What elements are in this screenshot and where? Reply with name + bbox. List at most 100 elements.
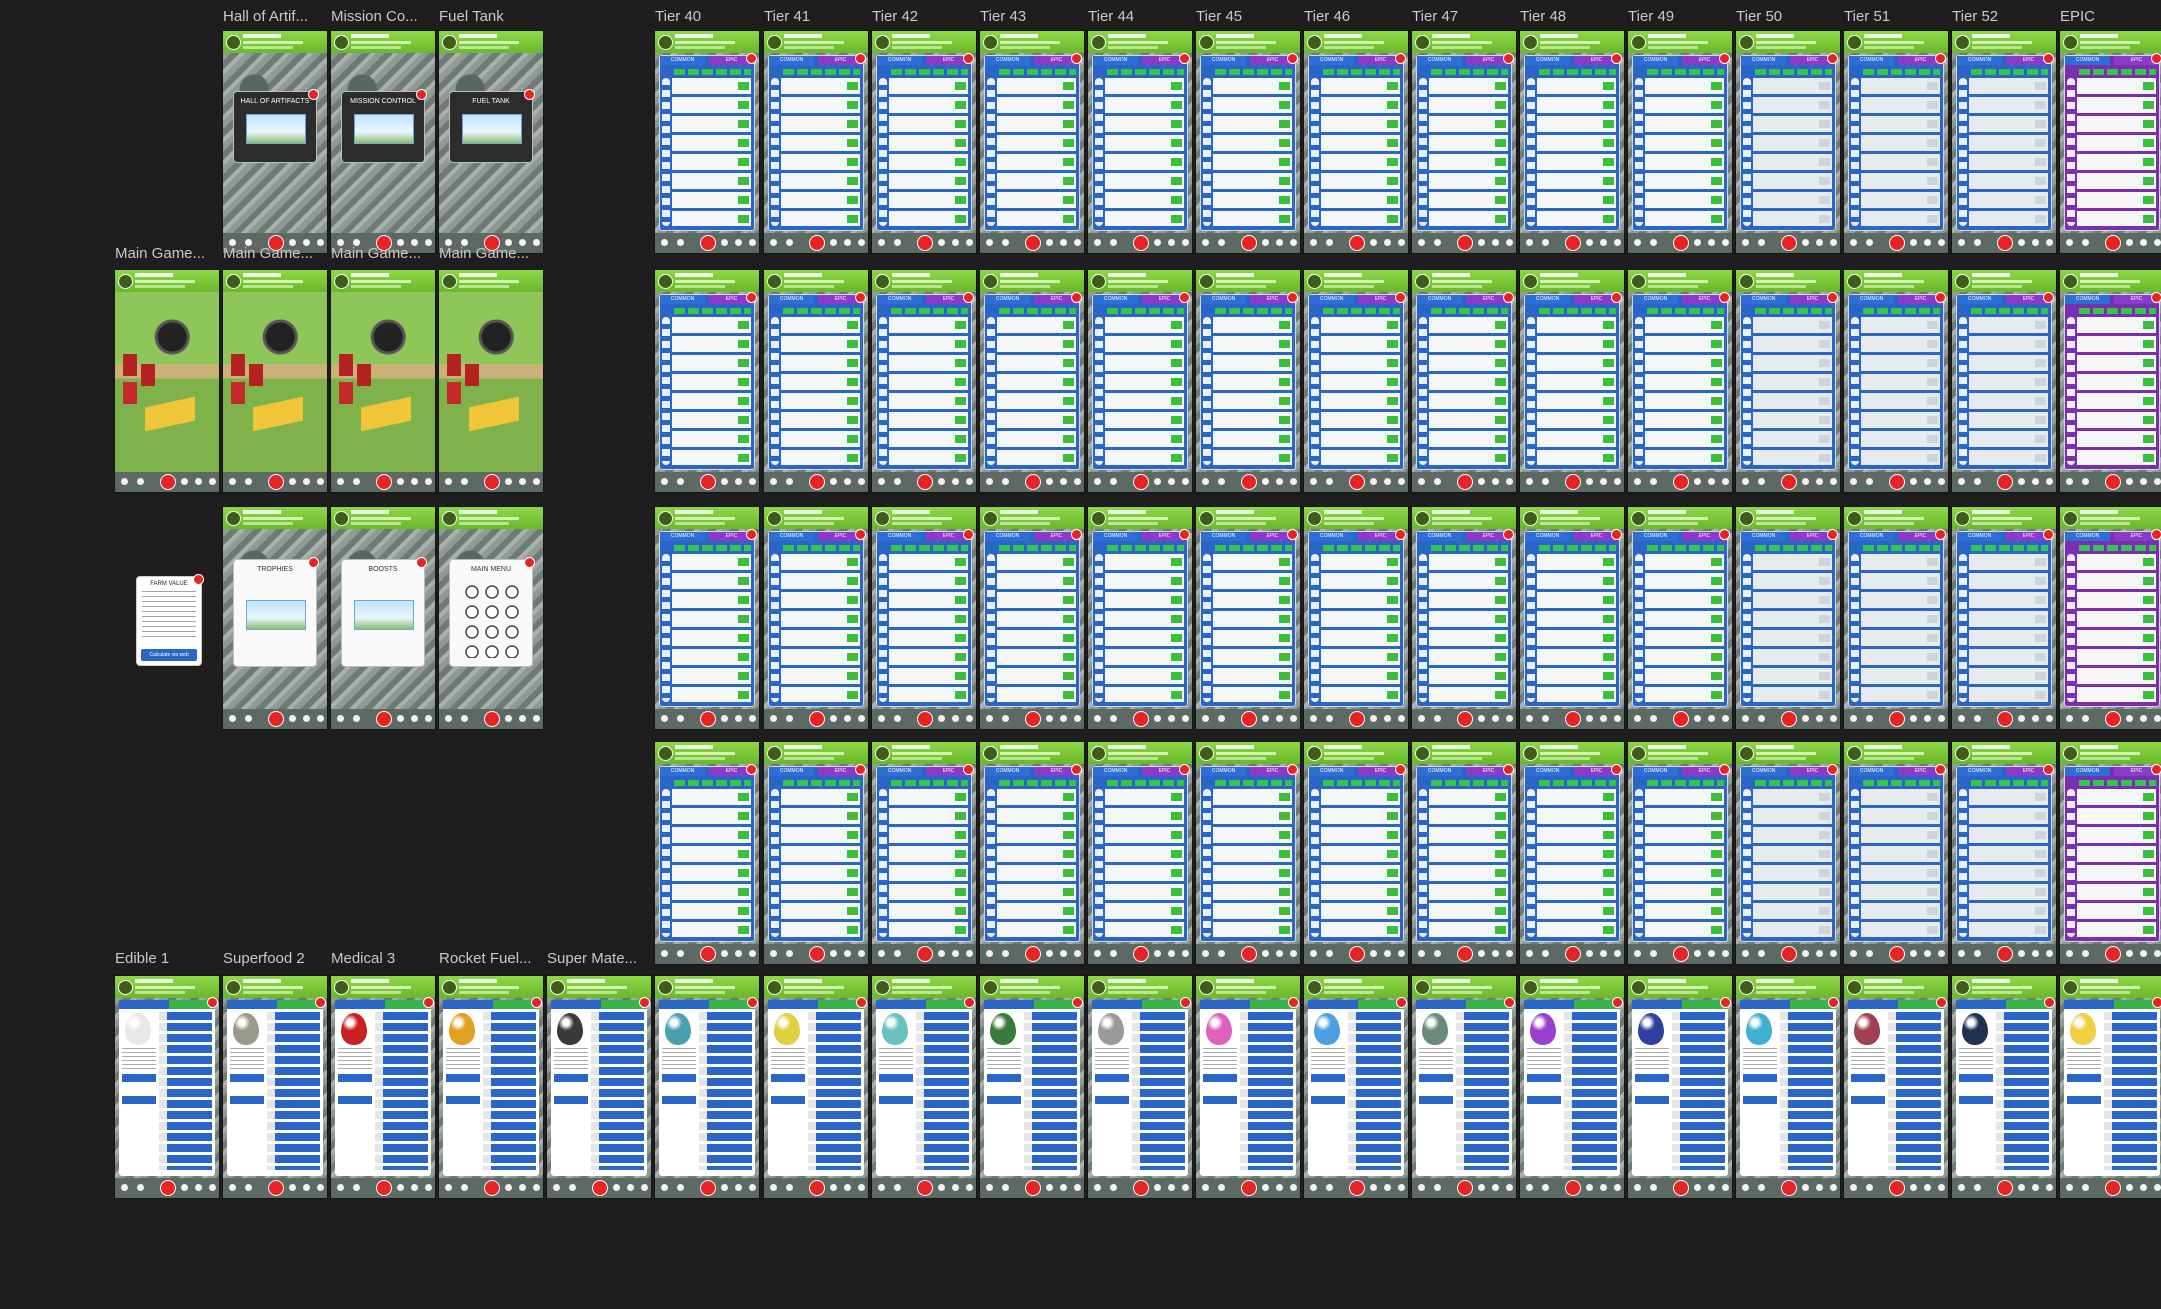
tier-frame[interactable]: COMMON EPIC — [1412, 742, 1516, 964]
tab-common[interactable]: COMMON — [2065, 295, 2111, 304]
tier-frame[interactable]: COMMON EPIC — [764, 742, 868, 964]
nav-icon[interactable] — [627, 1184, 634, 1191]
nav-icon[interactable] — [1758, 239, 1765, 246]
home-button[interactable] — [809, 1180, 825, 1196]
close-icon[interactable] — [1179, 292, 1190, 303]
main-game-frame[interactable] — [223, 270, 327, 492]
tier-frame[interactable]: COMMON EPIC — [1088, 742, 1192, 964]
nav-icon[interactable] — [1046, 478, 1053, 485]
close-icon[interactable] — [1071, 292, 1082, 303]
tab-common[interactable]: COMMON — [660, 295, 706, 304]
nav-icon[interactable] — [1384, 950, 1391, 957]
home-button[interactable] — [1889, 1180, 1905, 1196]
nav-icon[interactable] — [677, 715, 684, 722]
nav-icon[interactable] — [1816, 239, 1823, 246]
research-list[interactable] — [997, 78, 1076, 226]
nav-icon[interactable] — [245, 1184, 252, 1191]
nav-icon[interactable] — [2082, 1184, 2089, 1191]
tier-scroller[interactable] — [1095, 789, 1103, 937]
tier-scroller[interactable] — [662, 317, 670, 465]
close-icon[interactable] — [423, 997, 434, 1008]
nav-icon[interactable] — [735, 478, 742, 485]
nav-icon[interactable] — [1290, 478, 1297, 485]
tab-common[interactable]: COMMON — [877, 295, 923, 304]
tier-frame[interactable]: COMMON EPIC — [1412, 507, 1516, 729]
tier-scroller[interactable] — [771, 554, 779, 702]
prestige-button[interactable] — [338, 1096, 372, 1104]
nav-icon[interactable] — [1002, 715, 1009, 722]
nav-icon[interactable] — [721, 715, 728, 722]
home-button[interactable] — [1997, 235, 2013, 251]
nav-icon[interactable] — [986, 239, 993, 246]
nav-icon[interactable] — [1802, 1184, 1809, 1191]
nav-icon[interactable] — [229, 478, 236, 485]
home-button[interactable] — [484, 1180, 500, 1196]
nav-icon[interactable] — [1290, 715, 1297, 722]
research-list[interactable] — [672, 317, 751, 465]
home-button[interactable] — [809, 235, 825, 251]
tab-common[interactable]: COMMON — [877, 532, 923, 541]
nav-icon[interactable] — [770, 715, 777, 722]
nav-icon[interactable] — [1276, 715, 1283, 722]
filter-chips[interactable] — [1431, 308, 1508, 314]
nav-icon[interactable] — [397, 478, 404, 485]
research-list[interactable] — [1645, 78, 1724, 226]
home-button[interactable] — [1673, 946, 1689, 962]
tab-common[interactable]: COMMON — [877, 56, 923, 65]
nav-icon[interactable] — [2032, 478, 2039, 485]
egg-list[interactable] — [1024, 1012, 1077, 1170]
action-button[interactable] — [879, 1074, 913, 1082]
nav-icon[interactable] — [1046, 239, 1053, 246]
tab-common[interactable]: COMMON — [1633, 56, 1679, 65]
home-button[interactable] — [700, 235, 716, 251]
nav-icon[interactable] — [1276, 478, 1283, 485]
nav-icon[interactable] — [1708, 239, 1715, 246]
tier-scroller[interactable] — [1203, 317, 1211, 465]
nav-icon[interactable] — [878, 1184, 885, 1191]
home-button[interactable] — [1241, 1180, 1257, 1196]
nav-icon[interactable] — [1182, 950, 1189, 957]
tab-common[interactable]: COMMON — [1849, 56, 1895, 65]
nav-icon[interactable] — [1492, 1184, 1499, 1191]
research-list[interactable] — [1105, 317, 1184, 465]
nav-icon[interactable] — [1600, 478, 1607, 485]
nav-icon[interactable] — [952, 1184, 959, 1191]
nav-icon[interactable] — [894, 239, 901, 246]
nav-icon[interactable] — [1478, 239, 1485, 246]
close-icon[interactable] — [308, 89, 319, 100]
tab-common[interactable]: COMMON — [1741, 56, 1787, 65]
action-button[interactable] — [662, 1074, 696, 1082]
nav-icon[interactable] — [2018, 1184, 2025, 1191]
nav-icon[interactable] — [1434, 478, 1441, 485]
nav-icon[interactable] — [677, 239, 684, 246]
nav-icon[interactable] — [1276, 239, 1283, 246]
home-button[interactable] — [1673, 1180, 1689, 1196]
research-list[interactable] — [1861, 78, 1940, 226]
nav-icon[interactable] — [1110, 1184, 1117, 1191]
nav-icon[interactable] — [425, 715, 432, 722]
nav-icon[interactable] — [1722, 715, 1729, 722]
nav-icon[interactable] — [1974, 715, 1981, 722]
tier-scroller[interactable] — [1851, 317, 1859, 465]
nav-icon[interactable] — [1310, 715, 1317, 722]
research-list[interactable] — [1105, 78, 1184, 226]
nav-icon[interactable] — [966, 950, 973, 957]
tier-frame[interactable]: COMMON EPIC — [872, 507, 976, 729]
filter-chips[interactable] — [1215, 545, 1292, 551]
tab-common[interactable]: COMMON — [2065, 56, 2111, 65]
home-button[interactable] — [1133, 235, 1149, 251]
tier-frame[interactable]: COMMON EPIC — [2060, 270, 2161, 492]
close-icon[interactable] — [2152, 997, 2161, 1008]
nav-icon[interactable] — [966, 715, 973, 722]
prestige-button[interactable] — [1635, 1096, 1669, 1104]
nav-icon[interactable] — [1974, 1184, 1981, 1191]
nav-icon[interactable] — [1910, 715, 1917, 722]
tab-common[interactable]: COMMON — [2065, 532, 2111, 541]
egg-frame[interactable] — [439, 976, 543, 1198]
tab-common[interactable]: COMMON — [2065, 767, 2111, 776]
nav-icon[interactable] — [2018, 950, 2025, 957]
nav-icon[interactable] — [1542, 1184, 1549, 1191]
home-button[interactable] — [1241, 946, 1257, 962]
nav-icon[interactable] — [1938, 715, 1945, 722]
nav-icon[interactable] — [245, 478, 252, 485]
